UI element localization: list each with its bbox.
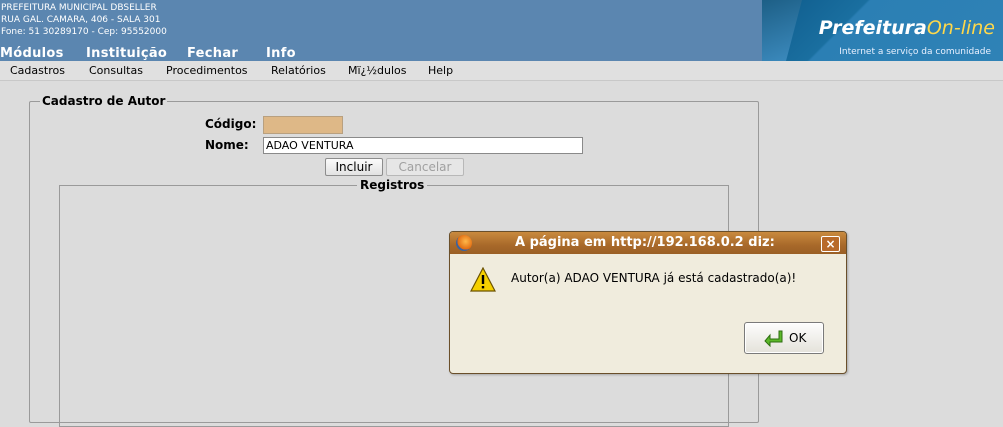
dialog-title: A página em http://192.168.0.2 diz: (515, 235, 775, 250)
org-address: RUA GAL. CAMARA, 406 - SALA 301 (1, 15, 161, 25)
page-header: PREFEITURA MUNICIPAL DBSELLER RUA GAL. C… (0, 0, 1003, 61)
top-menu-modulos[interactable]: Módulos (0, 46, 64, 62)
codigo-label: Código: (205, 117, 257, 131)
menu-relatorios[interactable]: Relatórios (271, 63, 326, 78)
org-contact: Fone: 51 30289170 - Cep: 95552000 (1, 27, 167, 37)
close-icon[interactable]: × (821, 236, 840, 252)
logo-text-online: On-line (926, 17, 995, 39)
codigo-field[interactable] (263, 116, 343, 134)
top-menu-info[interactable]: Info (266, 46, 296, 62)
top-menu-fechar[interactable]: Fechar (187, 46, 238, 62)
org-name: PREFEITURA MUNICIPAL DBSELLER (1, 3, 157, 13)
enter-arrow-icon (764, 330, 783, 347)
registros-legend: Registros (357, 178, 428, 193)
dialog-titlebar[interactable]: A página em http://192.168.0.2 diz: × (450, 232, 846, 254)
nome-label: Nome: (205, 138, 249, 152)
cadastro-autor-legend: Cadastro de Autor (40, 94, 168, 109)
firefox-icon (456, 235, 472, 251)
menu-modulos[interactable]: Mï¿½dulos (348, 63, 407, 78)
menu-consultas[interactable]: Consultas (89, 63, 143, 78)
menu-bar: Cadastros Consultas Procedimentos Relató… (0, 61, 1003, 81)
top-menu-instituicao[interactable]: Instituição (86, 46, 167, 62)
dialog-message: Autor(a) ADAO VENTURA já está cadastrado… (511, 271, 797, 285)
logo-title: PrefeituraOn-line (819, 17, 995, 39)
menu-procedimentos[interactable]: Procedimentos (166, 63, 248, 78)
incluir-button[interactable]: Incluir (325, 158, 383, 176)
menu-help[interactable]: Help (428, 63, 453, 78)
ok-button[interactable]: OK (744, 322, 824, 354)
menu-cadastros[interactable]: Cadastros (10, 63, 65, 78)
ok-label: OK (789, 331, 807, 345)
logo-band (762, 0, 802, 61)
nome-field[interactable]: ADAO VENTURA (263, 137, 583, 154)
cancelar-button: Cancelar (386, 158, 464, 176)
warning-icon (470, 267, 496, 292)
prefeitura-online-logo: PrefeituraOn-line Internet a serviço da … (762, 0, 1003, 61)
alert-dialog: A página em http://192.168.0.2 diz: × Au… (449, 231, 847, 374)
logo-tagline: Internet a serviço da comunidade (839, 47, 991, 57)
logo-text-bold: Prefeitura (818, 17, 927, 39)
